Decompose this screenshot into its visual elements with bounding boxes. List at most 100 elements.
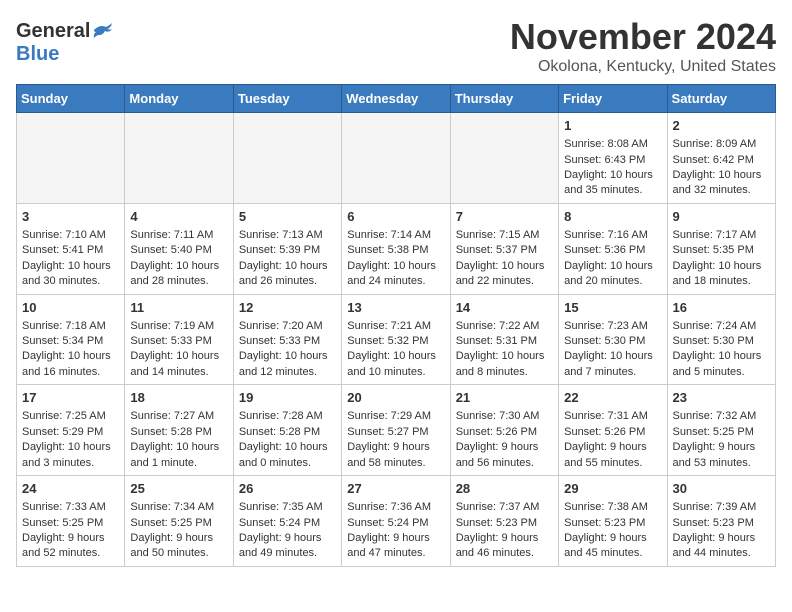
day-number: 30 (673, 480, 770, 498)
day-number: 13 (347, 299, 444, 317)
day-number: 23 (673, 389, 770, 407)
calendar-cell: 19 Sunrise: 7:28 AM Sunset: 5:28 PM Dayli… (233, 385, 341, 476)
day-number: 27 (347, 480, 444, 498)
location-title: Okolona, Kentucky, United States (510, 58, 776, 76)
calendar-cell: 10 Sunrise: 7:18 AM Sunset: 5:34 PM Dayli… (17, 294, 125, 385)
logo-bird-icon (92, 22, 112, 38)
day-number: 12 (239, 299, 336, 317)
calendar-cell: 8 Sunrise: 7:16 AM Sunset: 5:36 PM Daylig… (559, 203, 667, 294)
header-friday: Friday (559, 85, 667, 113)
day-info: Sunrise: 7:22 AM Sunset: 5:31 PM Dayligh… (456, 319, 553, 381)
day-info: Sunrise: 7:21 AM Sunset: 5:32 PM Dayligh… (347, 319, 444, 381)
day-info: Sunrise: 7:13 AM Sunset: 5:39 PM Dayligh… (239, 228, 336, 290)
day-info: Sunrise: 7:36 AM Sunset: 5:24 PM Dayligh… (347, 500, 444, 562)
day-info: Sunrise: 7:31 AM Sunset: 5:26 PM Dayligh… (564, 409, 661, 471)
day-info: Sunrise: 7:25 AM Sunset: 5:29 PM Dayligh… (22, 409, 119, 471)
day-info: Sunrise: 7:24 AM Sunset: 5:30 PM Dayligh… (673, 319, 770, 381)
calendar-cell: 13 Sunrise: 7:21 AM Sunset: 5:32 PM Dayli… (342, 294, 450, 385)
calendar-cell: 24 Sunrise: 7:33 AM Sunset: 5:25 PM Dayli… (17, 476, 125, 567)
calendar-cell: 12 Sunrise: 7:20 AM Sunset: 5:33 PM Dayli… (233, 294, 341, 385)
day-number: 9 (673, 208, 770, 226)
calendar-cell: 23 Sunrise: 7:32 AM Sunset: 5:25 PM Dayli… (667, 385, 775, 476)
day-info: Sunrise: 7:28 AM Sunset: 5:28 PM Dayligh… (239, 409, 336, 471)
calendar-cell: 5 Sunrise: 7:13 AM Sunset: 5:39 PM Daylig… (233, 203, 341, 294)
header-saturday: Saturday (667, 85, 775, 113)
day-number: 26 (239, 480, 336, 498)
calendar-cell: 3 Sunrise: 7:10 AM Sunset: 5:41 PM Daylig… (17, 203, 125, 294)
calendar-cell: 2Sunrise: 8:09 AM Sunset: 6:42 PM Daylig… (667, 113, 775, 204)
day-number: 1 (564, 117, 661, 135)
calendar-cell: 26 Sunrise: 7:35 AM Sunset: 5:24 PM Dayli… (233, 476, 341, 567)
week-row-1: 1 Sunrise: 8:08 AM Sunset: 6:43 PM Daylig… (17, 113, 776, 204)
day-info: Sunrise: 7:17 AM Sunset: 5:35 PM Dayligh… (673, 228, 770, 290)
logo: General Blue (16, 20, 112, 66)
calendar-cell: 14 Sunrise: 7:22 AM Sunset: 5:31 PM Dayli… (450, 294, 558, 385)
day-info: Sunrise: 7:16 AM Sunset: 5:36 PM Dayligh… (564, 228, 661, 290)
day-number: 19 (239, 389, 336, 407)
day-number: 16 (673, 299, 770, 317)
day-number: 8 (564, 208, 661, 226)
day-number: 7 (456, 208, 553, 226)
day-number: 6 (347, 208, 444, 226)
calendar-cell: 21 Sunrise: 7:30 AM Sunset: 5:26 PM Dayli… (450, 385, 558, 476)
day-info: Sunrise: 8:08 AM Sunset: 6:43 PM Dayligh… (564, 137, 661, 199)
day-number: 21 (456, 389, 553, 407)
header-tuesday: Tuesday (233, 85, 341, 113)
calendar-cell: 16 Sunrise: 7:24 AM Sunset: 5:30 PM Dayli… (667, 294, 775, 385)
day-info: Sunrise: 7:14 AM Sunset: 5:38 PM Dayligh… (347, 228, 444, 290)
calendar-cell: 30Sunrise: 7:39 AM Sunset: 5:23 PM Dayli… (667, 476, 775, 567)
week-row-3: 10 Sunrise: 7:18 AM Sunset: 5:34 PM Dayli… (17, 294, 776, 385)
day-info: Sunrise: 7:32 AM Sunset: 5:25 PM Dayligh… (673, 409, 770, 471)
day-info: Sunrise: 7:10 AM Sunset: 5:41 PM Dayligh… (22, 228, 119, 290)
day-number: 24 (22, 480, 119, 498)
calendar-header-row: SundayMondayTuesdayWednesdayThursdayFrid… (17, 85, 776, 113)
calendar-cell: 18Sunrise: 7:27 AM Sunset: 5:28 PM Dayli… (125, 385, 233, 476)
day-info: Sunrise: 7:33 AM Sunset: 5:25 PM Dayligh… (22, 500, 119, 562)
day-number: 17 (22, 389, 119, 407)
day-info: Sunrise: 7:29 AM Sunset: 5:27 PM Dayligh… (347, 409, 444, 471)
day-info: Sunrise: 7:18 AM Sunset: 5:34 PM Dayligh… (22, 319, 119, 381)
day-number: 5 (239, 208, 336, 226)
day-number: 28 (456, 480, 553, 498)
page-header: General Blue November 2024 Okolona, Kent… (16, 16, 776, 76)
calendar-cell: 11 Sunrise: 7:19 AM Sunset: 5:33 PM Dayli… (125, 294, 233, 385)
week-row-4: 17 Sunrise: 7:25 AM Sunset: 5:29 PM Dayli… (17, 385, 776, 476)
month-title: November 2024 (510, 16, 776, 58)
day-number: 22 (564, 389, 661, 407)
day-info: Sunrise: 7:11 AM Sunset: 5:40 PM Dayligh… (130, 228, 227, 290)
day-number: 20 (347, 389, 444, 407)
day-number: 29 (564, 480, 661, 498)
calendar-cell: 27 Sunrise: 7:36 AM Sunset: 5:24 PM Dayli… (342, 476, 450, 567)
day-info: Sunrise: 7:30 AM Sunset: 5:26 PM Dayligh… (456, 409, 553, 471)
day-number: 3 (22, 208, 119, 226)
logo-general-text: General (16, 20, 90, 43)
calendar-cell: 9 Sunrise: 7:17 AM Sunset: 5:35 PM Daylig… (667, 203, 775, 294)
week-row-2: 3 Sunrise: 7:10 AM Sunset: 5:41 PM Daylig… (17, 203, 776, 294)
day-info: Sunrise: 7:34 AM Sunset: 5:25 PM Dayligh… (130, 500, 227, 562)
header-monday: Monday (125, 85, 233, 113)
calendar-cell (342, 113, 450, 204)
calendar-cell: 1 Sunrise: 8:08 AM Sunset: 6:43 PM Daylig… (559, 113, 667, 204)
day-number: 11 (130, 299, 227, 317)
calendar-cell: 28Sunrise: 7:37 AM Sunset: 5:23 PM Dayli… (450, 476, 558, 567)
day-number: 14 (456, 299, 553, 317)
day-info: Sunrise: 7:35 AM Sunset: 5:24 PM Dayligh… (239, 500, 336, 562)
logo-blue-text: Blue (16, 43, 59, 66)
calendar-cell: 22 Sunrise: 7:31 AM Sunset: 5:26 PM Dayli… (559, 385, 667, 476)
week-row-5: 24 Sunrise: 7:33 AM Sunset: 5:25 PM Dayli… (17, 476, 776, 567)
day-info: Sunrise: 7:19 AM Sunset: 5:33 PM Dayligh… (130, 319, 227, 381)
day-number: 15 (564, 299, 661, 317)
day-number: 2 (673, 117, 770, 135)
calendar-cell (233, 113, 341, 204)
calendar-cell: 17 Sunrise: 7:25 AM Sunset: 5:29 PM Dayli… (17, 385, 125, 476)
day-info: Sunrise: 7:23 AM Sunset: 5:30 PM Dayligh… (564, 319, 661, 381)
header-wednesday: Wednesday (342, 85, 450, 113)
calendar-cell (450, 113, 558, 204)
calendar-cell: 4Sunrise: 7:11 AM Sunset: 5:40 PM Daylig… (125, 203, 233, 294)
calendar-table: SundayMondayTuesdayWednesdayThursdayFrid… (16, 84, 776, 567)
day-number: 25 (130, 480, 227, 498)
calendar-cell: 6 Sunrise: 7:14 AM Sunset: 5:38 PM Daylig… (342, 203, 450, 294)
calendar-cell (125, 113, 233, 204)
day-info: Sunrise: 7:20 AM Sunset: 5:33 PM Dayligh… (239, 319, 336, 381)
day-number: 10 (22, 299, 119, 317)
